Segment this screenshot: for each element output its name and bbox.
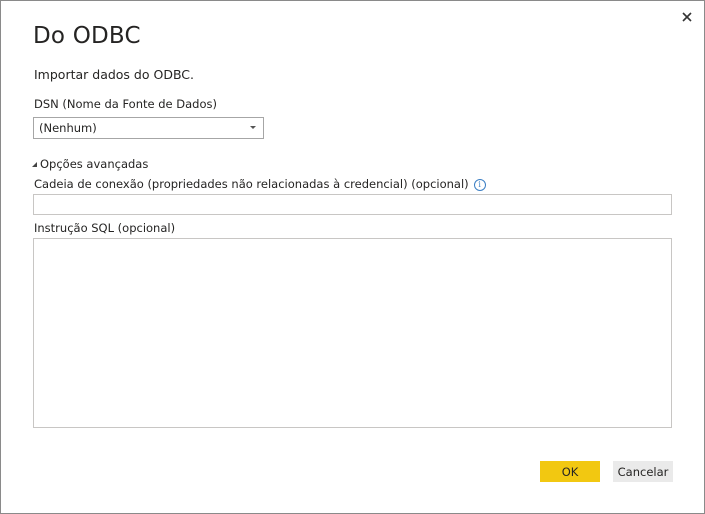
chevron-down-icon (250, 126, 256, 129)
connection-string-input[interactable] (33, 194, 672, 215)
advanced-options-toggle[interactable]: Opções avançadas (32, 157, 148, 171)
connection-string-label: Cadeia de conexão (propriedades não rela… (34, 177, 469, 191)
odbc-dialog: Do ODBC Importar dados do ODBC. DSN (Nom… (0, 0, 705, 514)
dsn-label: DSN (Nome da Fonte de Dados) (34, 97, 217, 111)
close-button[interactable] (677, 7, 697, 27)
ok-button[interactable]: OK (540, 461, 600, 482)
connection-string-label-row: Cadeia de conexão (propriedades não rela… (34, 177, 486, 191)
cancel-button[interactable]: Cancelar (613, 461, 673, 482)
advanced-options-label: Opções avançadas (40, 157, 149, 171)
close-icon (682, 12, 692, 22)
info-icon[interactable]: i (473, 178, 486, 191)
sql-statement-label: Instrução SQL (opcional) (34, 221, 176, 235)
expanded-triangle-icon (32, 162, 37, 167)
dsn-dropdown[interactable]: (Nenhum) (33, 117, 264, 139)
dialog-subtitle: Importar dados do ODBC. (34, 67, 194, 82)
dsn-selected-value: (Nenhum) (39, 121, 97, 135)
dialog-title: Do ODBC (33, 23, 141, 49)
sql-statement-textarea[interactable] (33, 238, 672, 428)
